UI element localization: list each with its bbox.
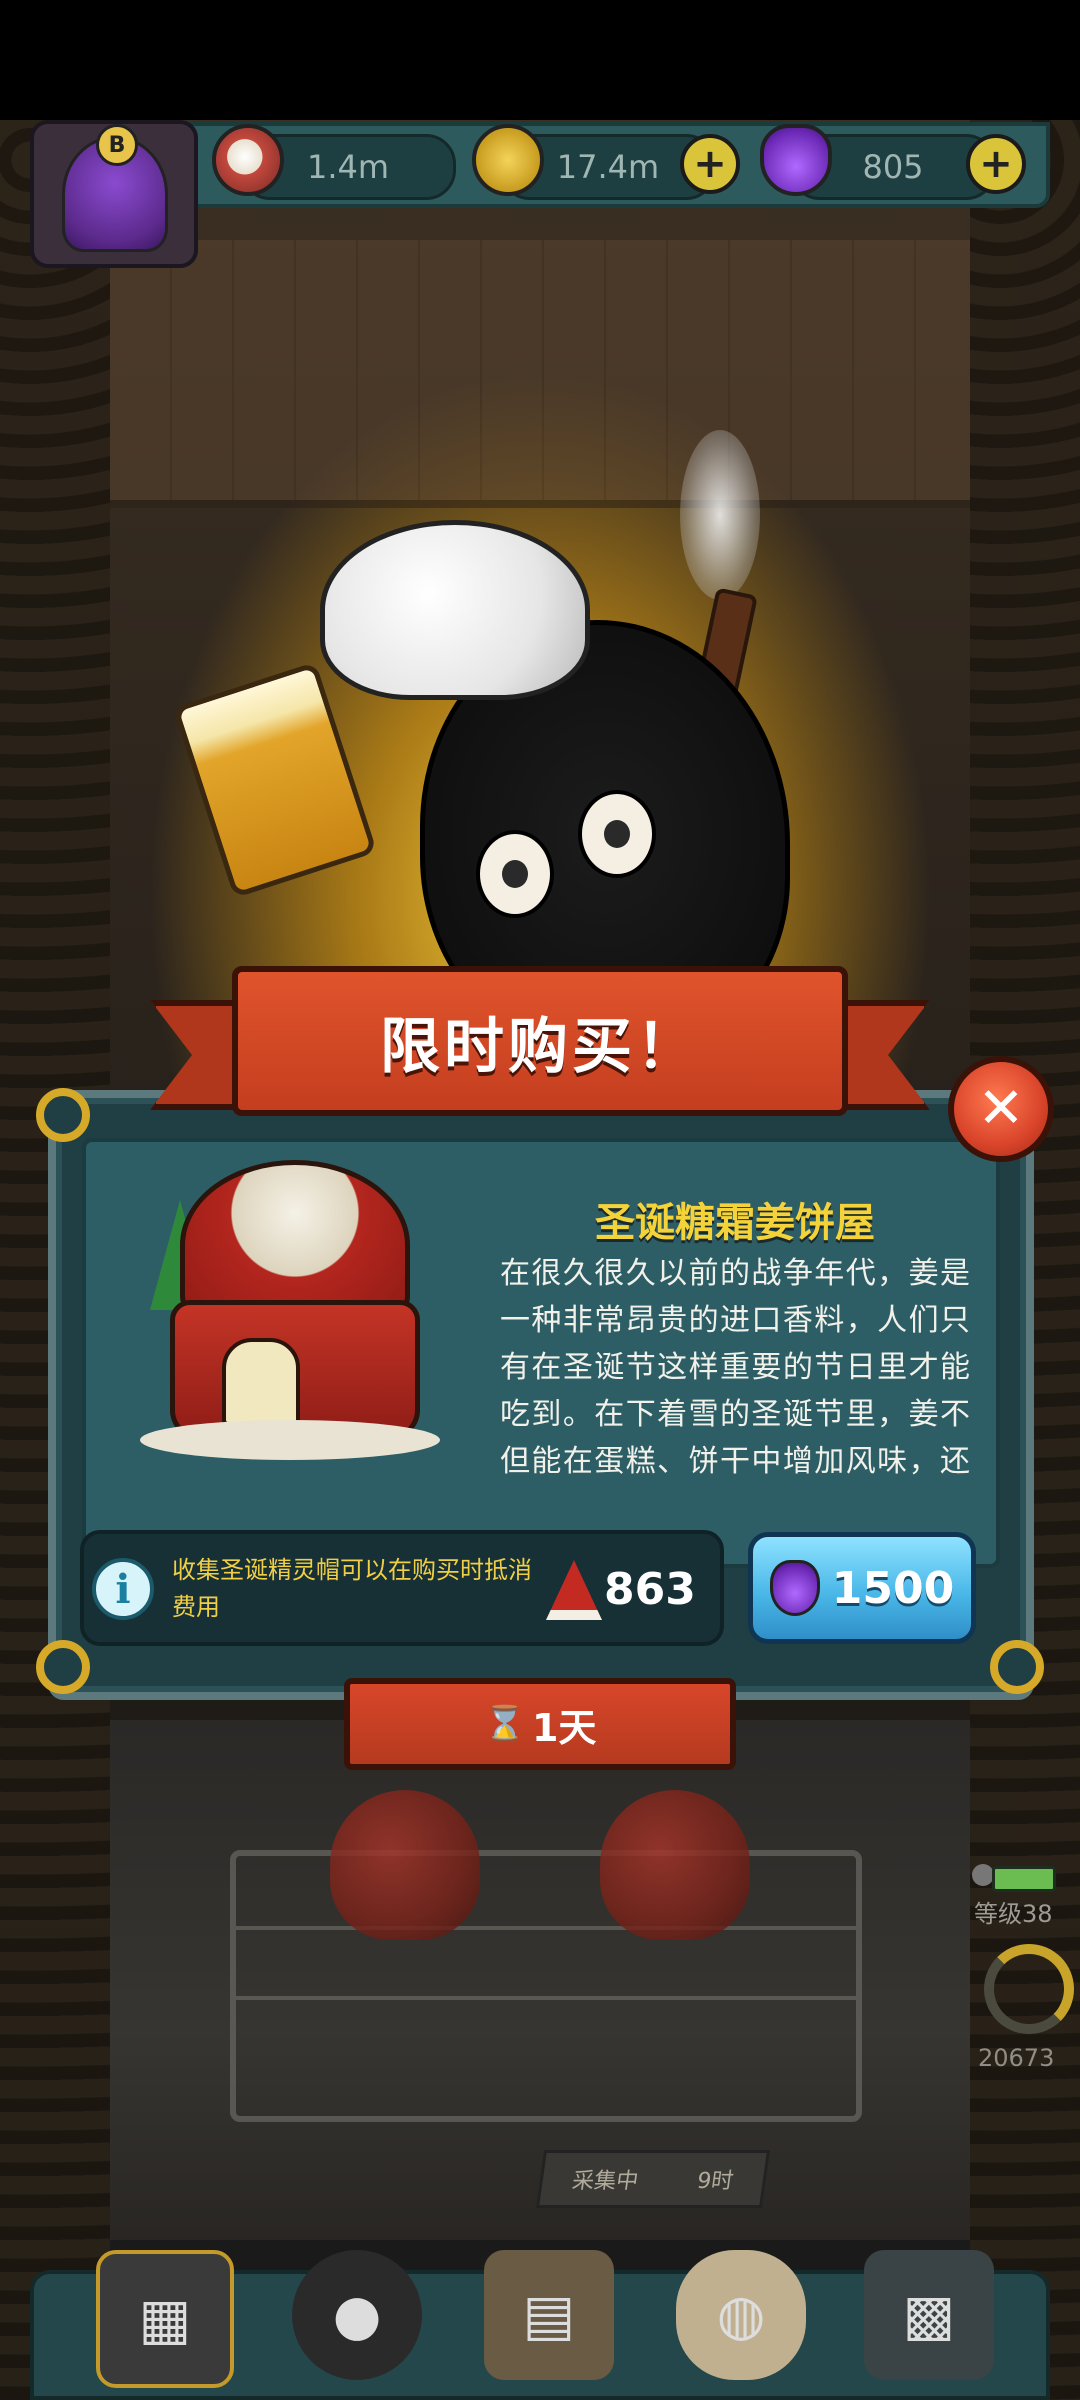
nav-shop-bag-button[interactable]: ◍ — [676, 2250, 806, 2380]
monster-plant-left — [330, 1790, 480, 1940]
collecting-label: 采集中 — [570, 2169, 640, 2194]
collecting-tag[interactable]: 采集中 9时 — [535, 2150, 771, 2208]
collecting-time: 9时 — [695, 2169, 735, 2194]
smoke-icon — [680, 430, 760, 600]
nav-collection-button[interactable]: ▩ — [864, 2250, 994, 2380]
nav-building-button[interactable]: ▦ — [96, 2250, 234, 2388]
potion-icon — [760, 124, 832, 196]
add-coins-button[interactable]: + — [680, 134, 740, 194]
level-label: 等级38 — [974, 1900, 1053, 1928]
info-icon[interactable]: i — [92, 1558, 154, 1620]
snow-base — [140, 1420, 440, 1460]
add-potions-button[interactable]: + — [966, 134, 1026, 194]
level-icon — [972, 1864, 994, 1886]
discount-info-text: 收集圣诞精灵帽可以在购买时抵消费用 — [172, 1556, 532, 1621]
buy-button[interactable]: 1500 — [748, 1532, 976, 1644]
upper-room — [110, 240, 970, 508]
avatar-badge: B — [96, 124, 138, 166]
nav-book-button[interactable]: ▤ — [484, 2250, 614, 2380]
resource-gauge-value: 20673 — [978, 2044, 1055, 2072]
buy-price: 1500 — [831, 1562, 955, 1614]
santa-hat-count: 863 — [604, 1564, 696, 1615]
corner-ornament-bottom-right — [990, 1640, 1044, 1694]
status-bar — [0, 0, 1080, 120]
monster-plant-right — [600, 1790, 750, 1940]
dialog-title: 限时购买！ — [380, 1011, 700, 1082]
item-description: 在很久很久以前的战争年代，姜是一种非常昂贵的进口香料，人们只有在圣诞节这样重要的… — [500, 1256, 970, 1479]
coin-icon — [472, 124, 544, 196]
time-remaining: 1天 — [531, 1705, 597, 1750]
money-bag-icon: ◍ — [716, 2282, 766, 2348]
hourglass-icon: ⌛ — [483, 1704, 526, 1744]
grid-icon: ▩ — [902, 2282, 956, 2348]
resource-gauge[interactable] — [984, 1944, 1074, 2034]
eyeball-icon — [212, 124, 284, 196]
corner-ornament-top-left — [36, 1088, 90, 1142]
house-door — [222, 1338, 300, 1426]
corner-ornament-bottom-left — [36, 1640, 90, 1694]
gingerbread-house-image — [130, 1160, 450, 1460]
book-icon: ▤ — [522, 2282, 576, 2348]
item-name: 圣诞糖霜姜饼屋 — [595, 1200, 875, 1246]
chef-hat-icon — [320, 520, 590, 700]
close-button[interactable]: ✕ — [948, 1056, 1054, 1162]
monster-eye-left — [476, 830, 554, 918]
close-icon: ✕ — [977, 1076, 1025, 1141]
monster-eye-right — [578, 790, 656, 878]
timer-banner: ⌛ 1天 — [344, 1678, 736, 1770]
nav-monster-button[interactable]: ● — [292, 2250, 422, 2380]
building-icon: ▦ — [138, 2286, 192, 2352]
monster-icon: ● — [332, 2282, 382, 2348]
player-avatar[interactable]: B — [30, 120, 198, 268]
title-banner: 限时购买！ — [232, 966, 848, 1116]
potion-icon — [769, 1560, 820, 1616]
level-progress-bar — [992, 1866, 1056, 1892]
boxing-ring — [230, 1850, 862, 2122]
